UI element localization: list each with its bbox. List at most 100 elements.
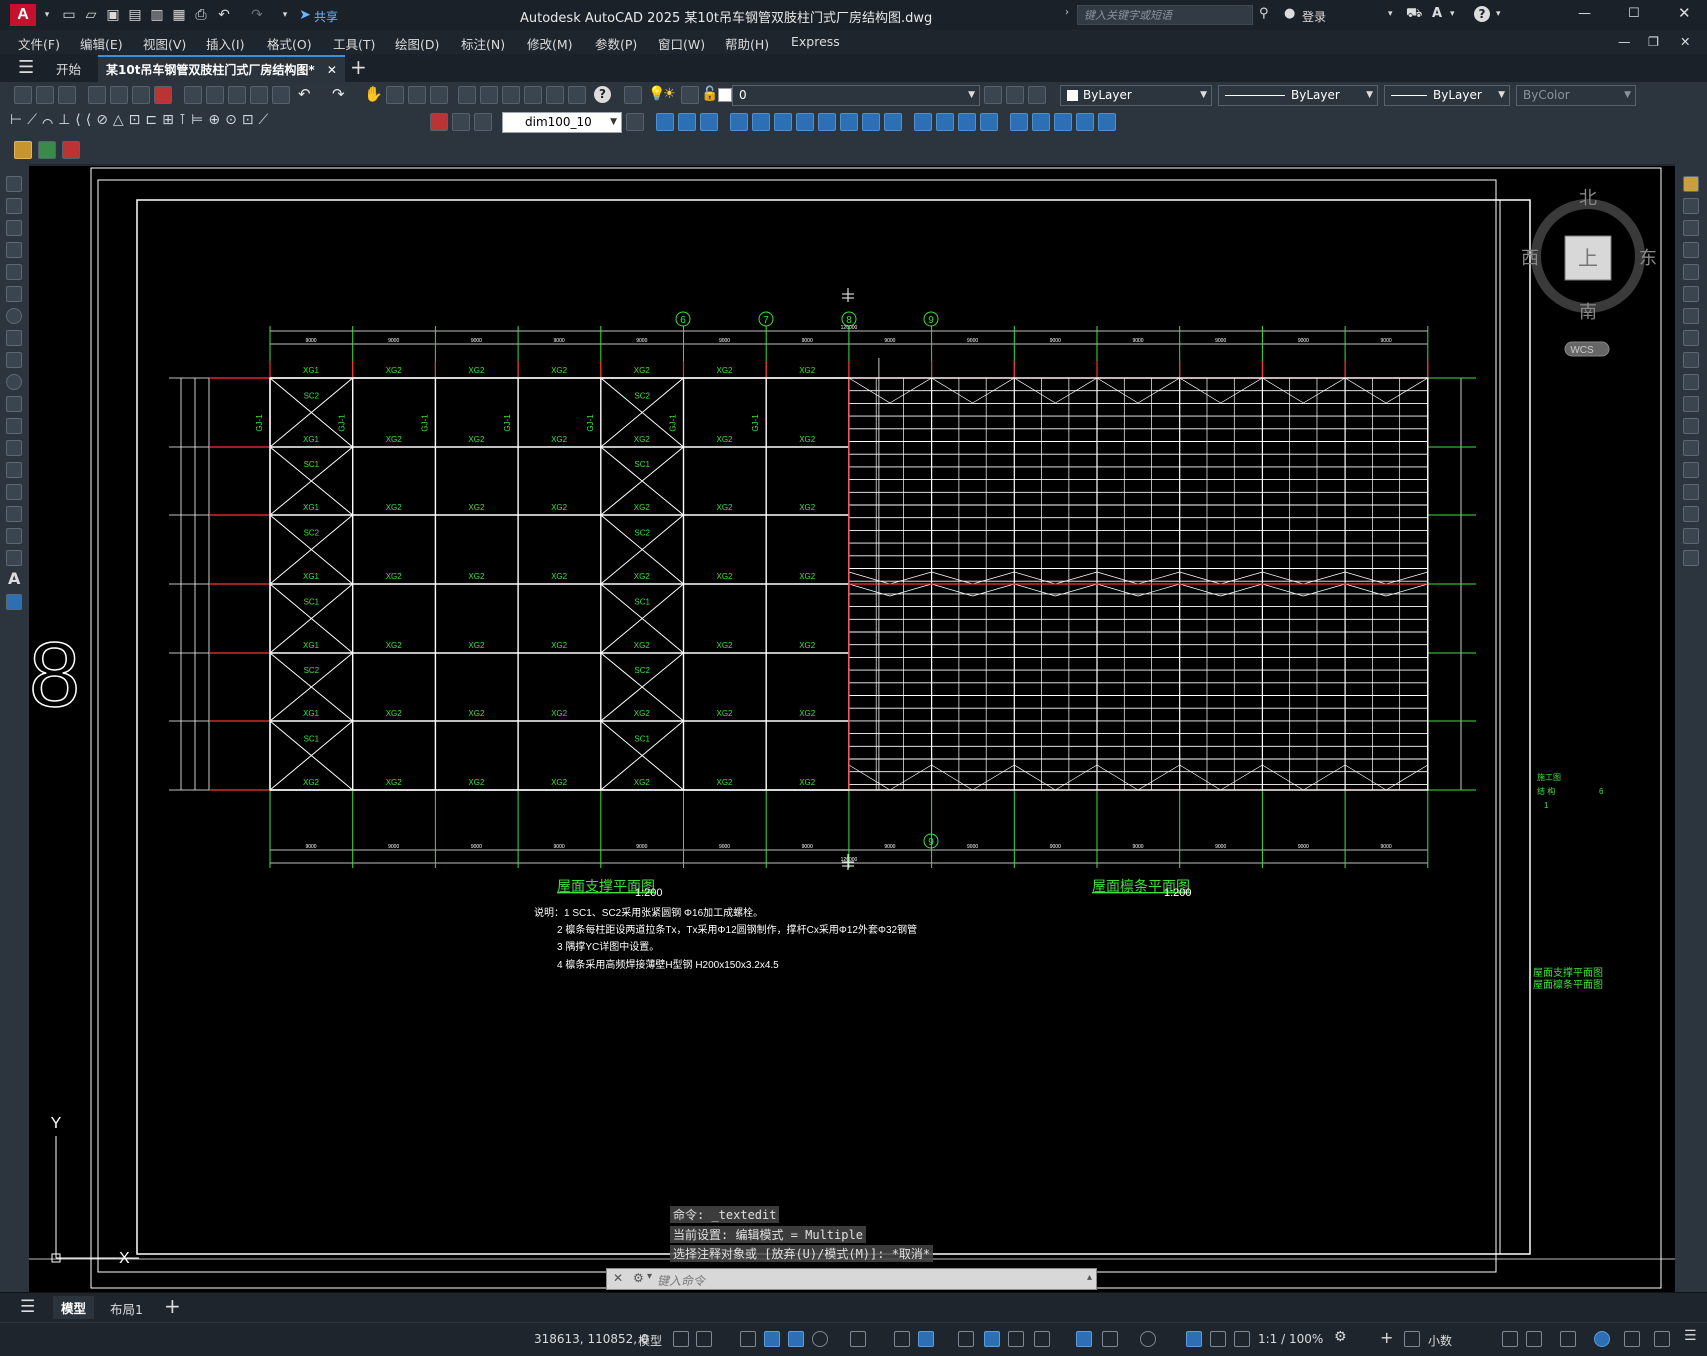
menu-insert[interactable]: 插入(I) (206, 34, 244, 53)
ucs-named-icon[interactable] (1032, 113, 1050, 131)
chamfer-icon[interactable] (1683, 484, 1699, 500)
trim-icon[interactable] (1683, 374, 1699, 390)
doc-minimize-icon[interactable]: — (1618, 34, 1631, 49)
tab-layout1[interactable]: 布局1 (110, 1299, 143, 1318)
break-icon[interactable] (1683, 440, 1699, 456)
pan-icon[interactable]: ✋ (364, 85, 383, 103)
ucs-z-icon[interactable] (980, 113, 998, 131)
selection-cycling-icon[interactable] (1008, 1331, 1024, 1347)
command-expand-icon[interactable]: ▴ (1087, 1272, 1092, 1283)
dimstyle-icon[interactable] (626, 113, 644, 131)
layer-lock-icon[interactable]: 🔓 (701, 86, 718, 102)
layer-dropdown[interactable]: 0 ▼ (732, 85, 980, 106)
lineweight-icon[interactable] (958, 1331, 974, 1347)
clean-screen-icon[interactable] (1624, 1331, 1640, 1347)
block-edit-icon[interactable] (14, 141, 32, 159)
search-input[interactable]: 键入关键字或短语 (1077, 5, 1253, 25)
doc-close-icon[interactable]: ✕ (1680, 34, 1690, 49)
plotstyle-dropdown[interactable]: ByColor ▼ (1516, 85, 1636, 106)
command-customize-icon[interactable]: ⚙ (633, 1271, 644, 1285)
minimize-icon[interactable]: — (1578, 6, 1591, 21)
login-dropdown-icon[interactable]: ▾ (1388, 9, 1393, 19)
mtext-icon[interactable]: A (8, 569, 20, 588)
fillet-icon[interactable] (1683, 506, 1699, 522)
matchprop-icon[interactable] (250, 86, 268, 104)
ucs-y-icon[interactable] (958, 113, 976, 131)
help-icon[interactable]: ? (1474, 6, 1490, 22)
compass-east[interactable]: 东 (1639, 248, 1657, 268)
search-expand-icon[interactable]: › (1065, 7, 1069, 18)
dimstyle-dropdown[interactable]: dim100_10 ▼ (502, 112, 622, 133)
customize-status-icon[interactable]: ☰ (1684, 1328, 1697, 1344)
layer-states-icon[interactable] (1028, 86, 1046, 104)
ortho-icon[interactable] (788, 1331, 804, 1347)
3d-osnap-icon[interactable] (1034, 1331, 1050, 1347)
quick-properties-icon[interactable] (1502, 1331, 1518, 1347)
dynamic-input-icon[interactable] (764, 1331, 780, 1347)
app-menu-button[interactable]: A (10, 4, 36, 26)
blend-curves-icon[interactable] (1683, 528, 1699, 544)
transparency-icon[interactable] (984, 1331, 1000, 1347)
open-icon[interactable] (36, 86, 54, 104)
copy-object-icon[interactable] (1683, 198, 1699, 214)
region-icon[interactable] (6, 528, 22, 544)
revcloud-icon[interactable] (6, 330, 22, 346)
login-button[interactable]: 登录 (1302, 8, 1326, 25)
object-snap-tracking-icon[interactable] (894, 1331, 910, 1347)
block-save-icon[interactable] (62, 141, 80, 159)
menu-dimension[interactable]: 标注(N) (461, 34, 505, 53)
cut-icon[interactable] (184, 86, 202, 104)
properties-icon[interactable] (458, 86, 476, 104)
table-icon[interactable] (6, 550, 22, 566)
maximize-icon[interactable]: ☐ (1628, 6, 1640, 21)
gizmo-icon[interactable] (1140, 1331, 1156, 1347)
zoom-previous-icon[interactable] (430, 86, 448, 104)
isolate-objects-icon[interactable] (1560, 1331, 1576, 1347)
customize-qat-icon[interactable]: ▾ (276, 6, 294, 24)
compass-west[interactable]: 西 (1521, 248, 1539, 268)
ucs-origin-icon[interactable] (862, 113, 880, 131)
sheetset-icon[interactable] (524, 86, 542, 104)
coordinates-readout[interactable]: 318613, 110852, 0 (534, 1332, 649, 1346)
ucs-3point-icon[interactable] (914, 113, 932, 131)
3dprint-icon[interactable] (154, 86, 172, 104)
ucs-x-icon[interactable] (936, 113, 954, 131)
extend-icon[interactable] (1683, 396, 1699, 412)
arc-icon[interactable] (6, 286, 22, 302)
point-icon[interactable] (6, 462, 22, 478)
app-dropdown-icon[interactable]: ▾ (1450, 9, 1455, 19)
hatch-icon[interactable] (6, 484, 22, 500)
menu-edit[interactable]: 编辑(E) (80, 34, 123, 53)
compass-south[interactable]: 南 (1579, 302, 1597, 322)
move-icon[interactable] (1683, 286, 1699, 302)
undo-tb-icon[interactable]: ↶ (298, 85, 311, 103)
layer-properties-icon[interactable] (624, 86, 642, 104)
menu-file[interactable]: 文件(F) (18, 34, 60, 53)
gradient-icon[interactable] (6, 506, 22, 522)
qnew-icon[interactable] (14, 86, 32, 104)
ucs-icon[interactable] (730, 113, 748, 131)
search-icon[interactable]: ⚲ (1259, 6, 1269, 21)
ucs-world-icon[interactable] (752, 113, 770, 131)
plot-icon[interactable]: ⎙ (192, 6, 210, 24)
copy-icon[interactable] (206, 86, 224, 104)
command-input[interactable]: 键入命令 (657, 1272, 705, 1289)
fullscreen-icon[interactable] (1654, 1331, 1670, 1347)
view-left-icon[interactable] (700, 113, 718, 131)
polyline-icon[interactable] (6, 220, 22, 236)
designcenter-icon[interactable] (480, 86, 498, 104)
infer-constraints-icon[interactable] (740, 1331, 756, 1347)
menu-window[interactable]: 窗口(W) (658, 34, 705, 53)
make-current-layer-icon[interactable] (984, 86, 1002, 104)
scale-icon[interactable] (1683, 330, 1699, 346)
close-icon[interactable]: ✕ (1678, 4, 1691, 22)
color-dropdown[interactable]: ByLayer ▼ (1060, 85, 1212, 106)
command-line[interactable]: ✕ ⚙ ▾ 键入命令 ▴ (606, 1268, 1097, 1290)
publish-icon[interactable] (132, 86, 150, 104)
user-icon[interactable]: ● (1284, 6, 1295, 21)
hardware-acceleration-icon[interactable] (1594, 1331, 1610, 1347)
layout-menu-icon[interactable]: ☰ (20, 1297, 35, 1317)
zoom-window-icon[interactable] (408, 86, 426, 104)
menu-format[interactable]: 格式(O) (267, 34, 312, 53)
selection-filter-icon[interactable] (1102, 1331, 1118, 1347)
